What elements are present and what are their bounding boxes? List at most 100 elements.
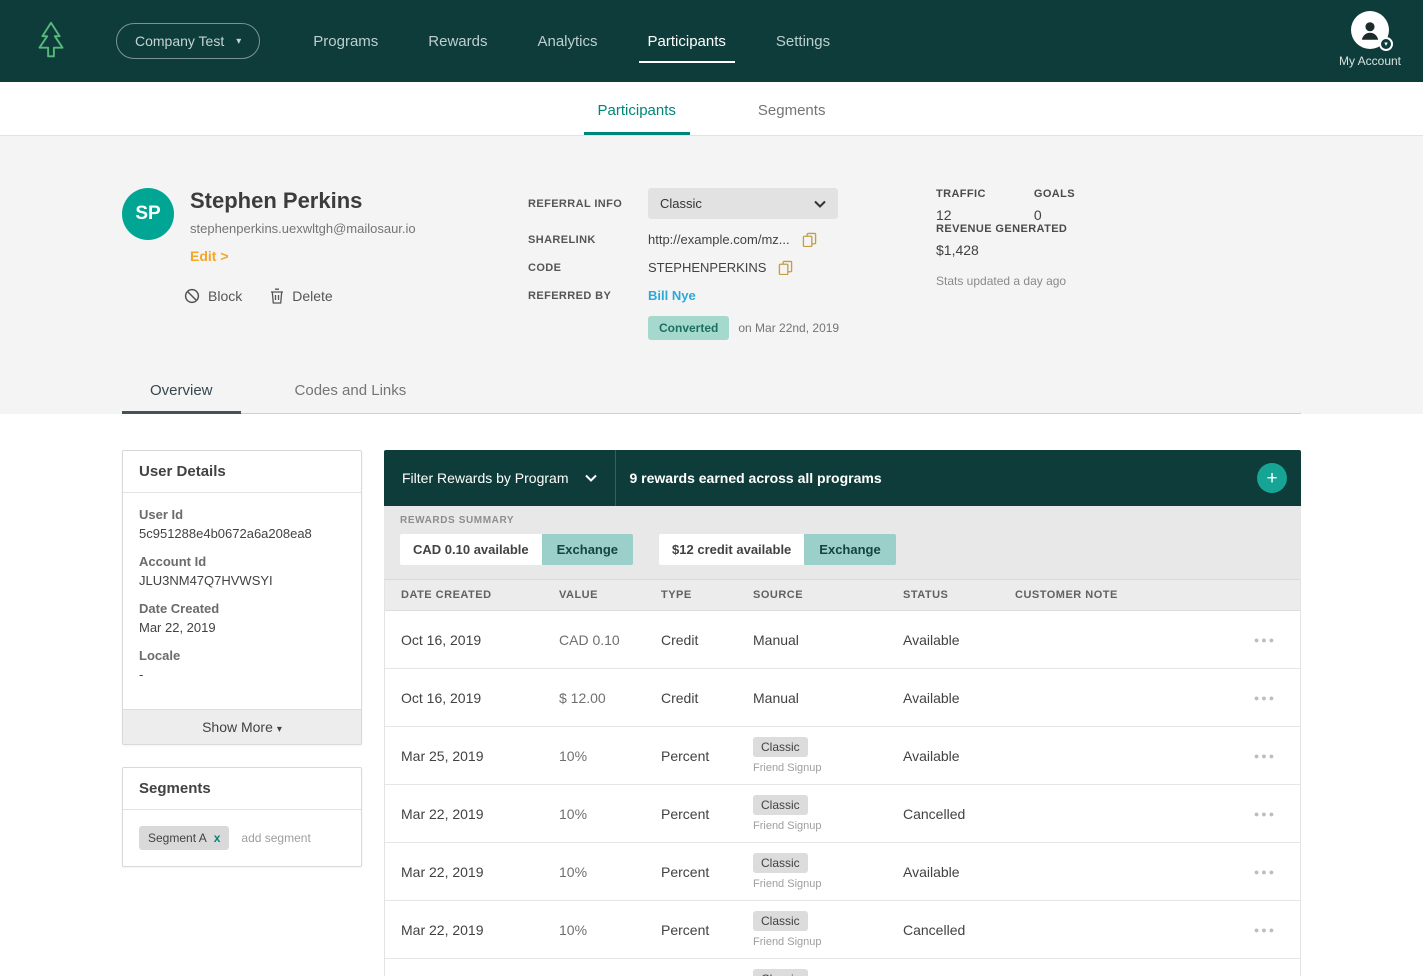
account-label: My Account: [1338, 54, 1401, 68]
add-reward-button[interactable]: +: [1257, 463, 1287, 493]
row-menu-button[interactable]: ●●●: [1230, 693, 1300, 703]
row-menu-button[interactable]: ●●●: [1230, 635, 1300, 645]
caret-down-icon: ▾: [1378, 37, 1393, 51]
add-segment-input[interactable]: add segment: [241, 831, 310, 845]
segment-tag-label: Segment A: [148, 831, 207, 845]
company-selector[interactable]: Company Test ▾: [116, 23, 261, 59]
block-button[interactable]: Block: [184, 288, 242, 304]
cell-source: Classic Friend Signup: [753, 795, 903, 832]
cell-status: Available: [903, 631, 960, 648]
copy-sharelink-button[interactable]: [802, 232, 817, 247]
cell-value: 10%: [559, 805, 588, 822]
table-row: Oct 16, 2019 $ 12.00 Credit Manual Available…: [385, 669, 1300, 727]
column-header-customer-note: CUSTOMER NOTE: [1015, 589, 1118, 601]
row-menu-button[interactable]: ●●●: [1230, 809, 1300, 819]
balance-group: $12 credit available Exchange: [659, 534, 896, 565]
cell-value: CAD 0.10: [559, 631, 620, 648]
table-row: Mar 22, 201910%PercentClassicFriend Sign…: [385, 843, 1300, 901]
subtabs: Overview Codes and Links: [122, 370, 1301, 414]
stats-updated-text: Stats updated a day ago: [936, 274, 1067, 288]
field-value: JLU3NM47Q7HVWSYI: [139, 573, 273, 588]
column-header-source: SOURCE: [753, 589, 804, 601]
referred-by-link[interactable]: Bill Nye: [648, 288, 696, 303]
column-header-date-created: DATE CREATED: [401, 589, 492, 601]
copy-icon: [779, 260, 793, 275]
balance-group: CAD 0.10 available Exchange: [400, 534, 634, 565]
stat-value: 12: [936, 207, 952, 223]
tab-participants[interactable]: Participants: [583, 87, 690, 135]
stat-goals: GOALS 0: [1034, 188, 1075, 223]
field-label: User Id: [139, 507, 184, 522]
referral-info-label: REFERRAL INFO: [528, 197, 623, 210]
balance-amount: $12 credit available: [659, 534, 805, 565]
cell-date: Oct 16, 2019: [401, 631, 482, 648]
participant-header-section: SP Stephen Perkins stephenperkins.uexwlt…: [0, 136, 1423, 414]
table-row: Oct 16, 2019 CAD 0.10 Credit Manual Availabl…: [385, 611, 1300, 669]
nav-item-participants[interactable]: Participants: [623, 0, 751, 82]
nav-item-analytics[interactable]: Analytics: [512, 0, 622, 82]
tabbar: Participants Segments: [0, 82, 1423, 136]
edit-link[interactable]: Edit >: [190, 248, 229, 264]
participant-avatar: SP: [122, 188, 174, 240]
rewards-table-body: Oct 16, 2019 CAD 0.10 Credit Manual Availabl…: [385, 611, 1300, 976]
nav-item-settings[interactable]: Settings: [751, 0, 855, 82]
filter-rewards-dropdown[interactable]: Filter Rewards by Program: [384, 450, 616, 506]
cell-status: Available: [903, 863, 960, 880]
field-label: Account Id: [139, 554, 207, 569]
nav-item-rewards[interactable]: Rewards: [403, 0, 512, 82]
trash-icon: [271, 288, 284, 304]
copy-icon: [802, 232, 816, 247]
cell-status: Available: [903, 747, 960, 764]
rewards-header: Filter Rewards by Program 9 rewards earn…: [384, 450, 1301, 506]
cell-type: Credit: [661, 631, 699, 648]
field-value: Mar 22, 2019: [139, 620, 216, 635]
row-menu-button[interactable]: ●●●: [1230, 925, 1300, 935]
referred-by-label: REFERRED BY: [528, 289, 612, 302]
cell-type: Percent: [661, 863, 710, 880]
segment-tag: Segment A x: [139, 826, 230, 850]
subtab-overview[interactable]: Overview: [122, 370, 241, 414]
block-icon: [184, 288, 200, 304]
cell-source: Classic Friend Signup: [753, 853, 903, 890]
delete-button[interactable]: Delete: [270, 288, 333, 304]
program-select-value: Classic: [660, 196, 702, 211]
rewards-table: DATE CREATED VALUE TYPE SOURCE STATUS CUSTOME…: [384, 579, 1301, 976]
converted-date: on Mar 22nd, 2019: [738, 321, 840, 335]
source-reason: Friend Signup: [753, 936, 822, 948]
person-icon: [1361, 22, 1379, 40]
table-row: Mar 22, 201910%PercentClassicFriend Sign…: [385, 959, 1300, 976]
tab-segments[interactable]: Segments: [744, 87, 840, 135]
cell-value: 10%: [559, 863, 588, 880]
source-program-badge: Classic: [753, 911, 808, 931]
company-selector-label: Company Test: [135, 33, 225, 49]
source-reason: Friend Signup: [753, 878, 822, 890]
rewards-count-text: 9 rewards earned across all programs: [629, 470, 882, 486]
cell-status: Cancelled: [903, 921, 966, 938]
nav-item-programs[interactable]: Programs: [288, 0, 403, 82]
cell-type: Percent: [661, 805, 710, 822]
balance-amount: CAD 0.10 available: [400, 534, 542, 565]
left-sidebar: User Details User Id 5c951288e4b0672a6a20…: [122, 450, 362, 889]
program-select[interactable]: Classic: [648, 188, 838, 219]
row-menu-button[interactable]: ●●●: [1230, 867, 1300, 877]
stat-label: REVENUE GENERATED: [936, 223, 1068, 235]
topnav-items: Programs Rewards Analytics Participants Sett…: [288, 0, 855, 82]
delete-label: Delete: [292, 288, 333, 304]
column-header-type: TYPE: [661, 589, 692, 601]
row-menu-button[interactable]: ●●●: [1230, 751, 1300, 761]
company-logo-icon: [28, 18, 74, 64]
remove-segment-button[interactable]: x: [214, 831, 221, 845]
account-menu[interactable]: ▾ My Account: [1339, 11, 1401, 68]
subtab-codes-and-links[interactable]: Codes and Links: [267, 370, 435, 414]
sharelink-label: SHARELINK: [528, 233, 596, 246]
stat-revenue-generated: REVENUE GENERATED $1,428: [936, 223, 1067, 258]
show-more-button[interactable]: Show More ▾: [123, 709, 361, 744]
field-value: 5c951288e4b0672a6a208ea8: [139, 526, 312, 541]
cell-value: 10%: [559, 921, 588, 938]
exchange-button[interactable]: Exchange: [541, 534, 634, 565]
account-avatar: ▾: [1350, 11, 1393, 51]
copy-code-button[interactable]: [778, 260, 793, 275]
cell-status: Cancelled: [903, 805, 966, 822]
source-program-badge: Classic: [753, 969, 808, 976]
exchange-button[interactable]: Exchange: [804, 534, 896, 565]
